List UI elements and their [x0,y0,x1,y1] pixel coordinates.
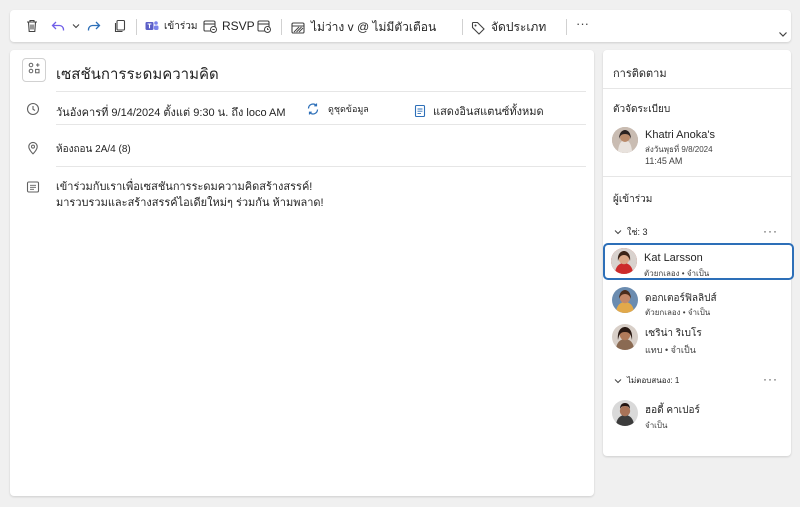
notes-icon [25,179,41,195]
toolbar-separator [281,19,282,35]
event-details-pane: เซสชันการระดมความคิด วันอังคารที่ 9/14/2… [10,50,594,496]
divider [56,124,586,125]
show-as-dropdown[interactable]: ไม่ว่าง v @ ไม่มีตัวเตือน [290,18,436,37]
chevron-down-icon [775,26,791,42]
divider [56,166,586,167]
organizer-name[interactable]: Khatri Anoka's [645,129,715,141]
toolbar: เข้าร่วม RSVP ไม่ว่าง v @ ไม่มีตัวเตือน … [10,10,791,42]
attendee-status: แทบ • จำเป็น [645,345,696,355]
show-all-instances-link[interactable]: แสดงอินสแตนซ์ทั้งหมด [414,102,544,120]
busy-status-icon [290,20,306,36]
divider [603,176,791,177]
reply-button[interactable] [50,18,66,34]
tracking-title: การติดตาม [613,68,667,80]
event-location: ห้องถอน 2A/4 (8) [56,144,131,155]
toolbar-separator [136,19,137,35]
event-symbol-icon [27,61,41,80]
attendee-status: จำเป็น [645,421,668,430]
avatar [612,324,638,350]
categorize-label: จัดประเภท [491,20,547,34]
location-icon [25,140,41,156]
accepted-group-more-button[interactable]: ··· [763,224,778,238]
no-response-group-toggle[interactable]: ไม่ตอบสนอง: 1 [613,374,679,387]
forward-icon [86,18,102,34]
teams-icon [144,18,160,34]
calendar-clock-icon [256,18,272,34]
categorize-button[interactable]: จัดประเภท [470,18,546,37]
accepted-group-toggle[interactable]: ใช่: 3 [613,225,648,239]
organizer-sent-time: 11:45 AM [645,156,683,166]
copy-button[interactable] [112,18,128,34]
forward-button[interactable] [86,18,102,34]
toolbar-separator [566,19,567,35]
join-teams-label: เข้าร่วม [164,20,198,32]
organizer-sent-date: ส่งวันพุธที่ 9/8/2024 [645,145,713,154]
description-line: มารวบรวมและสร้างสรรค์ไอเดียใหม่ๆ ร่วมกัน… [56,197,324,209]
attendee-name[interactable]: ฮอดี้ คาเปอร์ [645,403,700,418]
accepted-group-label: ใช่: 3 [627,227,648,237]
join-teams-button[interactable]: เข้าร่วม [144,18,197,34]
event-type-button[interactable] [22,58,46,82]
expand-ribbon-button[interactable] [775,26,791,42]
attendees-title: ผู้เข้าร่วม [613,194,653,205]
rsvp-label: RSVP [222,19,255,33]
avatar [612,400,638,426]
divider [56,91,586,92]
view-series-label: ดูชุดข้อมูล [328,104,369,114]
no-response-group-more-button[interactable]: ··· [763,372,778,386]
divider [603,88,791,89]
delete-button[interactable] [24,18,40,34]
tracking-pane: การติดตาม ตัวจัดระเบียบ Khatri Anoka's ส… [603,50,794,456]
more-options-button[interactable]: ··· [576,16,589,31]
copy-icon [112,18,128,34]
chevron-down-icon [613,227,623,237]
tag-icon [470,20,486,36]
view-series-link[interactable]: ดูชุดข้อมูล [306,102,369,116]
calendar-reply-icon [202,18,218,34]
document-icon [414,104,426,118]
show-as-label: ไม่ว่าง v @ ไม่มีตัวเตือน [311,20,437,34]
event-title: เซสชันการระดมความคิด [56,66,219,83]
attendee-name[interactable]: ดอกเตอร์ฟิลลิปส์ [645,291,717,306]
show-all-instances-label: แสดงอินสแตนซ์ทั้งหมด [433,106,544,118]
attendee-status: ตัวยกเลอง • จำเป็น [645,308,711,317]
attendee-name[interactable]: เซริน่า ริเบโร [645,326,702,341]
avatar [612,287,638,313]
clock-icon [25,101,41,117]
attendee-status: ตัวยกเลอง • จำเป็น [644,269,710,278]
chevron-down-icon [68,18,84,34]
event-description: เข้าร่วมกับเราเพื่อเซสชันการระดมความคิดส… [56,179,324,211]
description-line: เข้าร่วมกับเราเพื่อเซสชันการระดมความคิดส… [56,181,313,193]
avatar [612,127,638,153]
more-icon: ··· [576,16,589,31]
toolbar-separator [462,19,463,35]
schedule-button[interactable] [256,18,272,34]
no-response-group-label: ไม่ตอบสนอง: 1 [627,376,680,385]
chevron-down-icon [613,376,623,386]
organizer-title: ตัวจัดระเบียบ [613,104,671,115]
repeat-icon [306,102,320,116]
reply-options-button[interactable] [68,18,84,34]
trash-icon [24,18,40,34]
rsvp-button[interactable]: RSVP [202,18,255,34]
avatar [611,248,637,274]
attendee-name: Kat Larsson [644,252,703,264]
reply-icon [50,18,66,34]
event-datetime: วันอังคารที่ 9/14/2024 ตั้งแต่ 9:30 น. ถ… [56,107,286,119]
